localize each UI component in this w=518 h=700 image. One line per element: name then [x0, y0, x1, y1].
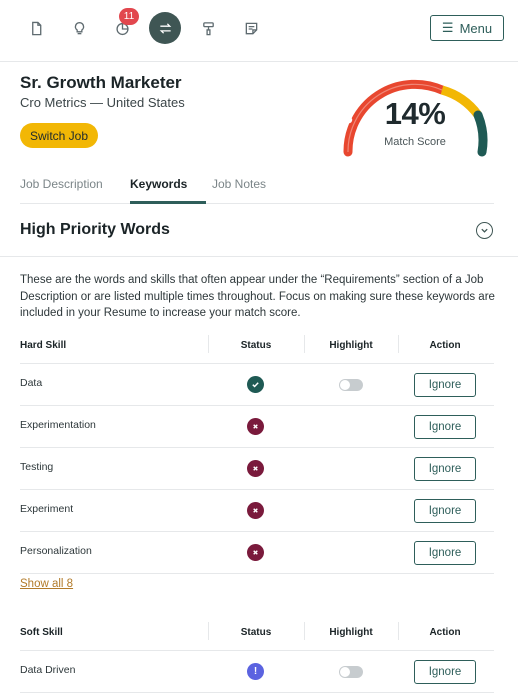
- x-icon: [247, 544, 264, 561]
- column-header-soft-skill: Soft Skill: [20, 627, 63, 638]
- notification-badge: 11: [119, 8, 139, 25]
- switch-job-button[interactable]: Switch Job: [20, 123, 98, 148]
- check-icon: [247, 376, 264, 393]
- x-icon: [247, 418, 264, 435]
- skill-name: Testing: [20, 461, 54, 473]
- exclamation-icon: !: [247, 663, 264, 680]
- ignore-button[interactable]: Ignore: [414, 541, 476, 565]
- chevron-down-icon[interactable]: [476, 222, 493, 239]
- ignore-button[interactable]: Ignore: [414, 415, 476, 439]
- x-icon: [247, 502, 264, 519]
- paint-roller-icon[interactable]: [192, 12, 224, 44]
- section-title: High Priority Words: [20, 221, 170, 238]
- column-header-status: Status: [240, 627, 272, 638]
- document-icon[interactable]: [20, 12, 52, 44]
- skill-name: Experiment: [20, 503, 74, 515]
- column-header-highlight: Highlight: [329, 627, 373, 638]
- tab-bar: Job Description Keywords Job Notes: [20, 168, 494, 204]
- table-row: Experimentation Ignore: [20, 406, 494, 448]
- table-row: Testing Ignore: [20, 448, 494, 490]
- column-divider: [304, 622, 305, 640]
- column-divider: [304, 335, 305, 353]
- section-divider: [0, 256, 518, 257]
- menu-button[interactable]: ☰ Menu: [430, 15, 504, 41]
- ignore-button[interactable]: Ignore: [414, 499, 476, 523]
- top-toolbar: 11 ☰ Menu: [0, 0, 518, 62]
- ignore-button[interactable]: Ignore: [414, 660, 476, 684]
- table-row: Data Ignore: [20, 364, 494, 406]
- pie-chart-icon[interactable]: 11: [106, 8, 139, 44]
- skill-name: Personalization: [20, 545, 92, 557]
- show-all-link[interactable]: Show all 8: [20, 578, 73, 590]
- lightbulb-icon[interactable]: [63, 12, 95, 44]
- match-score-label: Match Score: [384, 136, 446, 148]
- ignore-button[interactable]: Ignore: [414, 373, 476, 397]
- active-tab-indicator: [130, 201, 206, 204]
- table-row: Experiment Ignore: [20, 490, 494, 532]
- column-header-action: Action: [429, 627, 461, 638]
- soft-skill-table-header: Soft Skill Status Highlight Action: [20, 615, 494, 651]
- menu-label: Menu: [459, 20, 493, 36]
- section-description: These are the words and skills that ofte…: [20, 274, 495, 319]
- tab-keywords[interactable]: Keywords: [130, 177, 187, 191]
- highlight-toggle[interactable]: [339, 666, 363, 678]
- table-row: Personalization Ignore: [20, 532, 494, 574]
- skill-name: Data: [20, 377, 43, 389]
- column-divider: [208, 622, 209, 640]
- column-divider: [398, 622, 399, 640]
- column-header-highlight: Highlight: [329, 340, 373, 351]
- notes-icon[interactable]: [235, 12, 267, 44]
- job-title: Sr. Growth Marketer: [20, 73, 182, 92]
- tab-job-description[interactable]: Job Description: [20, 177, 103, 191]
- hard-skill-table-header: Hard Skill Status Highlight Action: [20, 328, 494, 364]
- column-divider: [208, 335, 209, 353]
- skill-name: Experimentation: [20, 419, 96, 431]
- toggle-knob: [340, 667, 350, 677]
- job-company: Cro Metrics — United States: [20, 95, 185, 110]
- column-header-hard-skill: Hard Skill: [20, 340, 67, 351]
- x-icon: [247, 460, 264, 477]
- ignore-button[interactable]: Ignore: [414, 457, 476, 481]
- column-header-action: Action: [429, 340, 461, 351]
- match-score-value: 14%: [384, 96, 446, 131]
- swap-icon[interactable]: [149, 12, 181, 44]
- tab-job-notes[interactable]: Job Notes: [212, 177, 266, 191]
- toggle-knob: [340, 380, 350, 390]
- highlight-toggle[interactable]: [339, 379, 363, 391]
- hamburger-icon: ☰: [441, 20, 454, 35]
- skill-name: Data Driven: [20, 664, 76, 676]
- column-header-status: Status: [240, 340, 272, 351]
- column-divider: [398, 335, 399, 353]
- table-row: Data Driven ! Ignore: [20, 651, 494, 693]
